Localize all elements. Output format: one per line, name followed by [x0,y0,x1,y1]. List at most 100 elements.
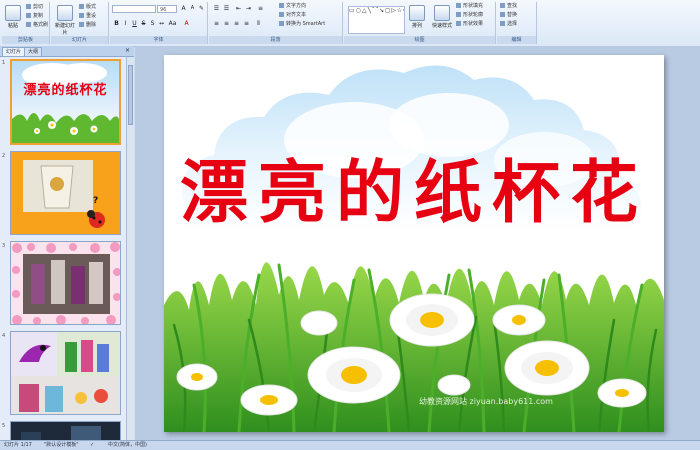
copy-label: 复制 [33,13,44,19]
quick-styles-icon [434,5,450,21]
spacing-icon[interactable]: ↔ [157,19,166,28]
outline-icon [456,12,461,17]
scrollbar-thumb[interactable] [128,65,133,125]
arrange-button[interactable]: 排列 [408,5,426,29]
thumb-number: 2 [2,153,6,159]
shapes-gallery[interactable]: ▭○△╲⌒↘◻▷☆⬭⬡▱⬠◇ [348,6,405,34]
thumb-4-graphic [11,332,120,414]
shape-outline-button[interactable]: 形状轮廓 [456,12,483,19]
bullets-icon[interactable]: ☰ [212,4,221,13]
copy-icon [26,13,31,18]
thumbnail-1[interactable]: 漂亮的纸杯花 [10,59,121,145]
thumb-1-title: 漂亮的纸杯花 [23,83,108,98]
shrink-font-icon[interactable]: A [188,4,197,13]
new-slide-icon [57,5,73,21]
effects-icon [456,21,461,26]
thumbnail-4[interactable] [10,331,121,415]
paste-button[interactable]: 粘贴 [4,5,22,29]
layout-button[interactable]: 版式 [79,4,96,11]
new-slide-label: 新建幻灯片 [54,23,75,36]
grow-font-icon[interactable]: A [179,4,188,13]
tab-slides[interactable]: 幻灯片 [2,47,26,56]
align-center-icon[interactable]: ≡ [222,19,231,28]
font-name-box[interactable] [112,5,156,13]
text-direction-button[interactable]: 文字方向 [279,3,306,10]
replace-label: 替换 [507,12,518,18]
select-button[interactable]: 选择 [500,21,517,28]
reset-button[interactable]: 重设 [79,13,96,20]
clipboard-group: 粘贴 剪切 复制 格式刷 剪贴板 [2,2,50,44]
copy-button[interactable]: 复制 [26,13,43,20]
slide-background [164,55,664,432]
drawing-group-label: 绘图 [344,36,495,44]
change-case-icon[interactable]: Aa [168,19,177,28]
find-icon [500,3,505,8]
clipboard-group-label: 剪贴板 [2,36,49,44]
reset-icon [79,13,84,18]
select-label: 选择 [507,21,518,27]
format-painter-button[interactable]: 格式刷 [26,22,48,29]
replace-button[interactable]: 替换 [500,12,517,19]
thumbnail-2[interactable]: ? [10,151,121,235]
shape-effects-label: 形状效果 [463,21,484,27]
align-text-label: 对齐文本 [286,12,307,18]
thumb-number: 5 [2,423,6,429]
new-slide-button[interactable]: 新建幻灯片 [54,5,76,36]
thumbnail-5[interactable] [10,421,121,440]
thumbnail-3[interactable] [10,241,121,325]
align-left-icon[interactable]: ≡ [212,19,221,28]
quick-styles-button[interactable]: 快速样式 [430,5,454,29]
tab-outline[interactable]: 大纲 [24,47,43,56]
arrange-label: 排列 [411,23,422,29]
ribbon: 粘贴 剪切 复制 格式刷 剪贴板 新建幻灯片 版式 重设 删除 幻灯片 96 A… [0,0,700,47]
bold-icon[interactable]: B [112,19,121,28]
text-direction-label: 文字方向 [286,3,307,9]
shape-fill-button[interactable]: 形状填充 [456,3,483,10]
find-label: 查找 [507,3,518,9]
shape-effects-button[interactable]: 形状效果 [456,21,483,28]
shadow-icon[interactable]: S [148,19,157,28]
justify-icon[interactable]: ≡ [242,19,251,28]
numbering-icon[interactable]: ☰ [222,4,231,13]
slide-thumbnails: 1 漂亮的纸杯花 2 ? 3 4 5 [0,57,134,440]
thumbnail-scrollbar[interactable] [126,57,134,440]
reset-label: 重设 [86,13,97,19]
align-text-button[interactable]: 对齐文本 [279,12,306,19]
clear-format-icon[interactable]: ✎ [197,4,206,13]
smartart-button[interactable]: 转换为 SmartArt [279,21,325,28]
line-spacing-icon[interactable]: ≡ [256,4,265,13]
underline-icon[interactable]: U [130,19,139,28]
font-group: 96 A A ✎ B I U S S ↔ Aa A 字体 [110,2,208,44]
slides-group-label: 幻灯片 [51,36,108,44]
smartart-icon [279,21,284,26]
scissors-icon [26,4,31,9]
brush-icon [26,22,31,27]
current-slide[interactable]: 漂亮的纸杯花 幼教资源网站 ziyuan.baby611.com [164,55,664,432]
close-icon[interactable]: × [123,46,132,55]
font-size-box[interactable]: 96 [157,5,177,13]
text-direction-icon [279,3,284,8]
increase-indent-icon[interactable]: ⇥ [244,4,253,13]
strikethrough-icon[interactable]: S [139,19,148,28]
decrease-indent-icon[interactable]: ⇤ [234,4,243,13]
slide-title[interactable]: 漂亮的纸杯花 [164,155,664,231]
layout-label: 版式 [86,4,97,10]
thumb-2-graphic [11,152,120,234]
align-right-icon[interactable]: ≡ [232,19,241,28]
editing-group: 查找 替换 选择 编辑 [497,2,537,44]
thumb-1-graphic [12,61,119,143]
font-color-icon[interactable]: A [182,19,191,28]
paragraph-group: ☰ ☰ ⇤ ⇥ ≡ ≡ ≡ ≡ ≡ ⫴ 文字方向 对齐文本 转换为 SmartA… [209,2,343,44]
fill-icon [456,3,461,8]
cut-button[interactable]: 剪切 [26,4,43,11]
editing-group-label: 编辑 [497,36,536,44]
find-button[interactable]: 查找 [500,3,517,10]
thumb-number: 1 [2,60,6,66]
shape-outline-label: 形状轮廓 [463,12,484,18]
italic-icon[interactable]: I [121,19,130,28]
format-painter-label: 格式刷 [33,22,49,28]
delete-icon [79,22,84,27]
delete-button[interactable]: 删除 [79,22,96,29]
layout-icon [79,4,84,9]
columns-icon[interactable]: ⫴ [254,19,263,28]
